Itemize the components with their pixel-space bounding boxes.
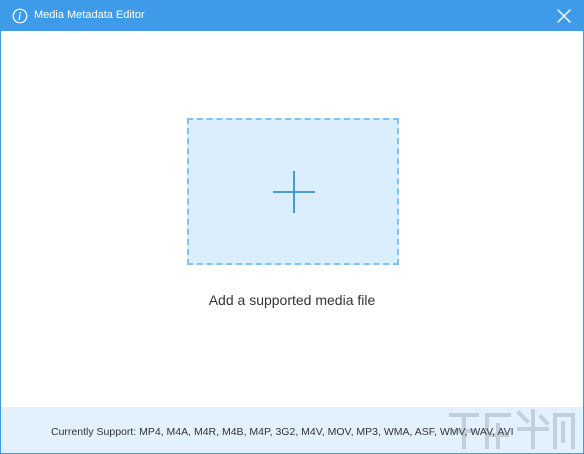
plus-icon [273,171,315,213]
close-button[interactable] [553,5,575,27]
watermark-logo [449,409,575,449]
title-bar: Media Metadata Editor [1,1,583,31]
info-icon [12,8,28,24]
close-icon [557,9,571,23]
supported-formats-footer: Currently Support: MP4, M4A, M4R, M4B, M… [1,407,583,453]
media-metadata-editor-window: Media Metadata Editor Add a supported me… [0,0,584,454]
add-media-drop-zone[interactable] [187,118,399,265]
add-media-label: Add a supported media file [208,292,376,308]
window-title: Media Metadata Editor [34,9,145,21]
supported-formats-text: Currently Support: MP4, M4A, M4R, M4B, M… [51,426,514,438]
